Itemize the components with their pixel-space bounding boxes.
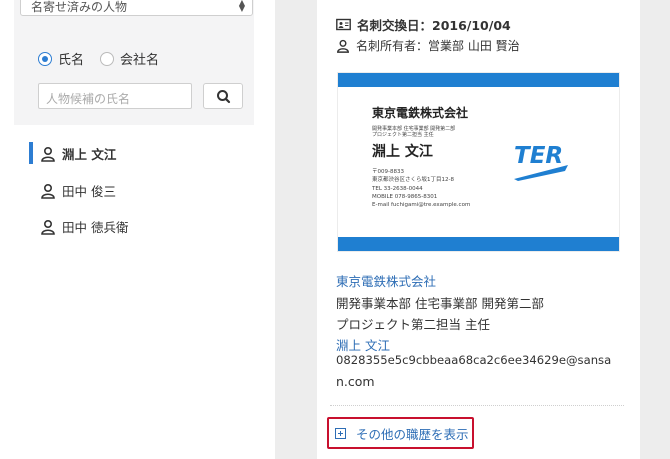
radio-company[interactable]: [100, 51, 115, 66]
search-mode-radios: 氏名 会社名: [38, 49, 175, 68]
person-icon: [41, 146, 55, 162]
person-filter-select[interactable]: 名寄せ済みの人物 ▲ ▼: [20, 0, 253, 16]
person-name: 淵上 文江: [62, 147, 117, 162]
svg-text:TER: TER: [514, 143, 563, 169]
exchange-date-row: 名刺交換日：2016/10/04: [336, 15, 511, 34]
radio-name[interactable]: [38, 51, 52, 66]
email-line-1: 0828355e5c9cbbeaa68ca2c6ee34629e@sansa: [336, 353, 612, 367]
person-icon: [337, 39, 349, 53]
exchange-date: 名刺交換日：2016/10/04: [357, 18, 511, 33]
owner-row: 名刺所有者：営業部 山田 賢治: [336, 37, 520, 54]
card-contact: 〒009-8833 東京都渋谷区さくら坂1丁目12-8 TEL 33-2638-…: [372, 169, 471, 209]
plus-icon: [335, 427, 346, 439]
position-text: プロジェクト第二担当 主任: [336, 317, 490, 332]
select-value: 名寄せ済みの人物: [31, 0, 128, 14]
card-icon: [336, 18, 351, 31]
card-band-top: [338, 73, 619, 87]
show-other-careers-label: その他の職歴を表示: [356, 426, 469, 442]
email-line-2: n.com: [336, 374, 375, 389]
person-item-3[interactable]: 田中 徳兵衛: [40, 217, 128, 236]
company-logo: TER: [514, 143, 568, 181]
divider: [330, 405, 624, 406]
radio-name-label: 氏名: [58, 53, 85, 68]
card-band-bottom: [338, 237, 619, 251]
person-icon: [41, 219, 55, 235]
card-company: 東京電鉄株式会社: [372, 106, 469, 120]
candidate-name-input[interactable]: 人物候補の氏名: [38, 83, 192, 109]
person-item-2[interactable]: 田中 俊三: [40, 181, 116, 200]
business-card-image[interactable]: 東京電鉄株式会社 開発事業本部 住宅事業部 開発第二部 プロジェクト第二担当 主…: [337, 72, 620, 252]
person-name-link[interactable]: 淵上 文江: [336, 335, 390, 354]
select-caret-icon: ▲ ▼: [238, 0, 245, 13]
card-person-name: 淵上 文江: [372, 144, 433, 160]
show-other-careers-button[interactable]: その他の職歴を表示: [327, 417, 474, 449]
card-owner: 名刺所有者：営業部 山田 賢治: [356, 39, 520, 53]
radio-company-label: 会社名: [120, 53, 160, 68]
company-link[interactable]: 東京電鉄株式会社: [336, 271, 436, 290]
department-text: 開発事業本部 住宅事業部 開発第二部: [336, 296, 544, 311]
active-indicator: [29, 142, 33, 164]
person-name: 田中 徳兵衛: [62, 220, 129, 235]
search-button[interactable]: [203, 83, 243, 109]
person-icon: [41, 183, 55, 199]
person-item-1[interactable]: 淵上 文江: [40, 144, 116, 163]
person-name: 田中 俊三: [62, 184, 116, 199]
card-department: 開発事業本部 住宅事業部 開発第二部 プロジェクト第二担当 主任: [372, 126, 456, 138]
search-icon: [217, 90, 231, 104]
